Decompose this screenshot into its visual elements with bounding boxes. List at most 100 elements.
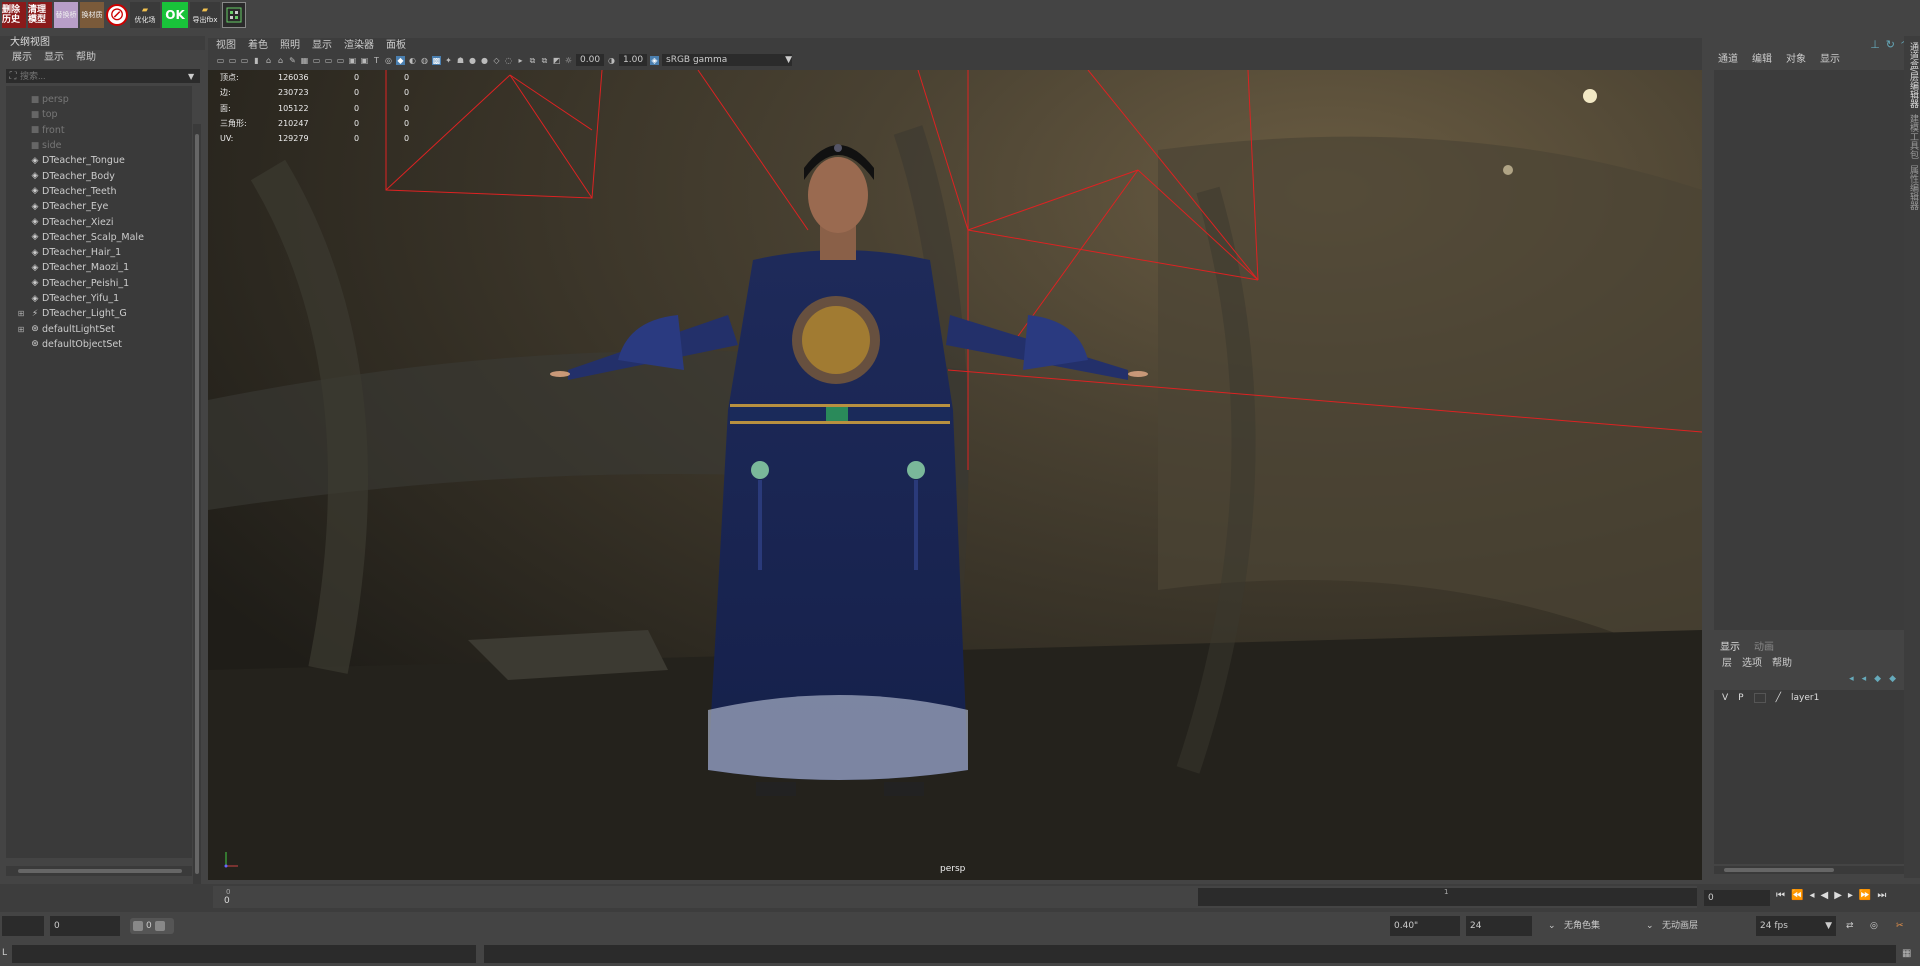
anim-start-field[interactable] — [2, 916, 44, 936]
outliner-item[interactable]: ■ side — [14, 138, 192, 153]
colorspace-dropdown[interactable]: sRGB gamma ▼ — [662, 54, 792, 66]
scrollbar-thumb[interactable] — [195, 134, 199, 874]
outliner-item[interactable]: ◈ DTeacher_Hair_1 — [14, 245, 192, 260]
tab-channel-box-layer-editor[interactable]: 通道盒/层编辑器 — [1907, 42, 1920, 108]
fps-dropdown[interactable]: 24 fps ▼ — [1756, 916, 1836, 936]
play-forward-icon[interactable]: ▶ — [1834, 890, 1842, 901]
vp-menu-lighting[interactable]: 照明 — [280, 38, 300, 53]
vp-menu-panels[interactable]: 面板 — [386, 38, 406, 53]
anim-prefs-icon[interactable]: ✂ — [1896, 916, 1904, 936]
resolution-gate-icon[interactable]: ▭ — [324, 56, 333, 65]
playback-end-field[interactable]: 24 — [1466, 916, 1532, 936]
expand-icon[interactable]: ⊞ — [14, 325, 28, 334]
2d-pan-icon[interactable]: ⌂ — [276, 56, 285, 65]
image-plane-icon[interactable]: ⌂ — [264, 56, 273, 65]
tab-anim[interactable]: 动画 — [1754, 638, 1774, 653]
outliner-item[interactable]: ⊞ ⊛ defaultLightSet — [14, 321, 192, 336]
step-back-key-icon[interactable]: ⏪ — [1791, 890, 1803, 901]
tab-display[interactable]: 显示 — [1720, 638, 1740, 653]
shelf-grid-button[interactable] — [222, 2, 246, 28]
slider-knob[interactable] — [133, 921, 143, 931]
gate-mask-icon[interactable]: ▭ — [336, 56, 345, 65]
grid-icon[interactable]: ▦ — [300, 56, 309, 65]
layer-row[interactable]: V P ╱ layer1 — [1714, 690, 1904, 706]
shelf-change-material-button[interactable]: 换材质 — [80, 2, 104, 28]
motion-blur-icon[interactable]: ⧉ — [528, 56, 537, 65]
outliner-item[interactable]: ⊛ defaultObjectSet — [14, 337, 192, 352]
outliner-item[interactable]: ◈ DTeacher_Peishi_1 — [14, 276, 192, 291]
outliner-item[interactable]: ◈ DTeacher_Yifu_1 — [14, 291, 192, 306]
vp-menu-renderer[interactable]: 渲染器 — [344, 38, 374, 53]
chevron-down-icon[interactable]: ⌄ — [1646, 916, 1654, 936]
playback-start-field[interactable]: 0 — [50, 916, 120, 936]
move-layer-up-icon[interactable]: ◂ — [1849, 674, 1854, 684]
cb-menu-edit[interactable]: 编辑 — [1752, 52, 1772, 68]
exposure-icon[interactable]: ☼ — [564, 56, 573, 65]
layer-menu-options[interactable]: 选项 — [1742, 654, 1762, 669]
xray-active-icon[interactable]: ◇ — [492, 56, 501, 65]
new-layer-selected-icon[interactable]: ◆ — [1889, 674, 1896, 684]
safe-title-icon[interactable]: T — [372, 56, 381, 65]
camera-icon[interactable]: ▭ — [216, 56, 225, 65]
default-material-icon[interactable]: ◐ — [408, 56, 417, 65]
cb-menu-channels[interactable]: 通道 — [1718, 52, 1738, 68]
outliner-item[interactable]: ◈ DTeacher_Teeth — [14, 184, 192, 199]
layer-playback-toggle[interactable]: P — [1738, 693, 1743, 703]
xray-joints-icon[interactable]: ● — [480, 56, 489, 65]
outliner-menu-help[interactable]: 帮助 — [76, 50, 96, 66]
chevron-down-icon[interactable]: ⌄ — [1548, 916, 1556, 936]
script-editor-icon[interactable]: ▦ — [1902, 948, 1914, 960]
vp-menu-view[interactable]: 视图 — [216, 38, 236, 53]
auto-key-icon[interactable]: ◎ — [1870, 916, 1878, 936]
outliner-vertical-scrollbar[interactable] — [193, 124, 201, 896]
new-layer-icon[interactable]: ◆ — [1874, 674, 1881, 684]
shelf-clean-model-button[interactable]: 清理模型 — [28, 2, 52, 28]
current-frame-field[interactable]: 0 — [1704, 890, 1770, 906]
outliner-item[interactable]: ⊞ ⚡ DTeacher_Light_G — [14, 306, 192, 321]
shelf-export-fbx-button[interactable]: ▰ 导出fbx — [190, 2, 220, 28]
viewport-scene[interactable]: 顶点: 126036 0 0 边: 230723 0 0 面: 105122 0 0 三角形: 21… — [208, 70, 1702, 880]
outliner-search-input[interactable] — [20, 71, 188, 81]
safe-action-icon[interactable]: ▣ — [360, 56, 369, 65]
layer-visibility-toggle[interactable]: V — [1722, 693, 1728, 703]
range-slider-handle[interactable]: 0 — [130, 918, 174, 934]
outliner-item[interactable]: ◈ DTeacher_Eye — [14, 199, 192, 214]
smooth-shade-icon[interactable]: ◆ — [396, 55, 405, 65]
camera-attr-icon[interactable]: ▭ — [240, 56, 249, 65]
outliner-item[interactable]: ■ front — [14, 123, 192, 138]
character-set-dropdown[interactable]: 无角色集 — [1564, 916, 1640, 936]
expand-icon[interactable]: ⊞ — [14, 309, 28, 318]
outliner-item[interactable]: ◈ DTeacher_Tongue — [14, 153, 192, 168]
layer-name[interactable]: layer1 — [1791, 693, 1819, 703]
film-gate-icon[interactable]: ▭ — [312, 56, 321, 65]
outliner-item[interactable]: ◈ DTeacher_Maozi_1 — [14, 260, 192, 275]
step-back-frame-icon[interactable]: ◂ — [1809, 890, 1814, 901]
layer-menu-layers[interactable]: 层 — [1722, 654, 1732, 669]
move-layer-down-icon[interactable]: ◂ — [1862, 674, 1867, 684]
layer-menu-help[interactable]: 帮助 — [1772, 654, 1792, 669]
shelf-ok-button[interactable]: OK — [162, 2, 188, 28]
scrollbar-thumb[interactable] — [18, 869, 182, 873]
step-forward-frame-icon[interactable]: ▸ — [1848, 890, 1853, 901]
wireframe-on-shaded-icon[interactable]: ◍ — [420, 56, 429, 65]
scrollbar-thumb[interactable] — [1724, 868, 1834, 872]
layer-color-swatch[interactable] — [1753, 693, 1766, 703]
isolate-select-icon[interactable]: ▸ — [516, 56, 525, 65]
go-to-start-icon[interactable]: ⏮ — [1776, 890, 1785, 901]
cb-menu-object[interactable]: 对象 — [1786, 52, 1806, 68]
chevron-down-icon[interactable]: ▼ — [188, 72, 200, 81]
field-chart-icon[interactable]: ▣ — [348, 56, 357, 65]
bookmark-icon[interactable]: ▮ — [252, 56, 261, 65]
go-to-end-icon[interactable]: ⏭ — [1877, 890, 1886, 901]
grease-pencil-icon[interactable]: ✎ — [288, 56, 297, 65]
multisample-icon[interactable]: ⧉ — [540, 56, 549, 65]
command-language-label[interactable]: L — [2, 948, 7, 958]
shelf-optimize-scene-button[interactable]: ▰ 优化场 — [130, 2, 160, 28]
gamma-icon[interactable]: ◑ — [607, 56, 616, 65]
camera-lock-icon[interactable]: ▭ — [228, 56, 237, 65]
slider-knob[interactable] — [154, 921, 165, 931]
outliner-item[interactable]: ■ top — [14, 107, 192, 122]
outliner-item[interactable]: ◈ DTeacher_Scalp_Male — [14, 230, 192, 245]
vp-menu-show[interactable]: 显示 — [312, 38, 332, 53]
outliner-item[interactable]: ■ persp — [14, 92, 192, 107]
